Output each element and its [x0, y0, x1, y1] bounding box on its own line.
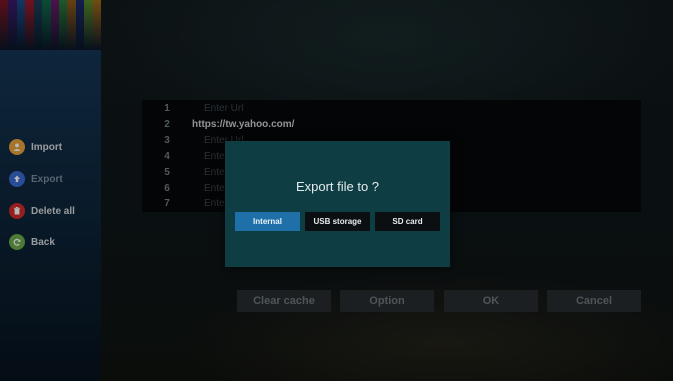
dialog-title: Export file to ?	[295, 179, 380, 194]
internal-option-button[interactable]: Internal	[235, 212, 300, 231]
export-dialog: Export file to ? Internal USB storage SD…	[225, 141, 450, 267]
usb-storage-option-button[interactable]: USB storage	[305, 212, 370, 231]
sd-card-option-button[interactable]: SD card	[375, 212, 440, 231]
